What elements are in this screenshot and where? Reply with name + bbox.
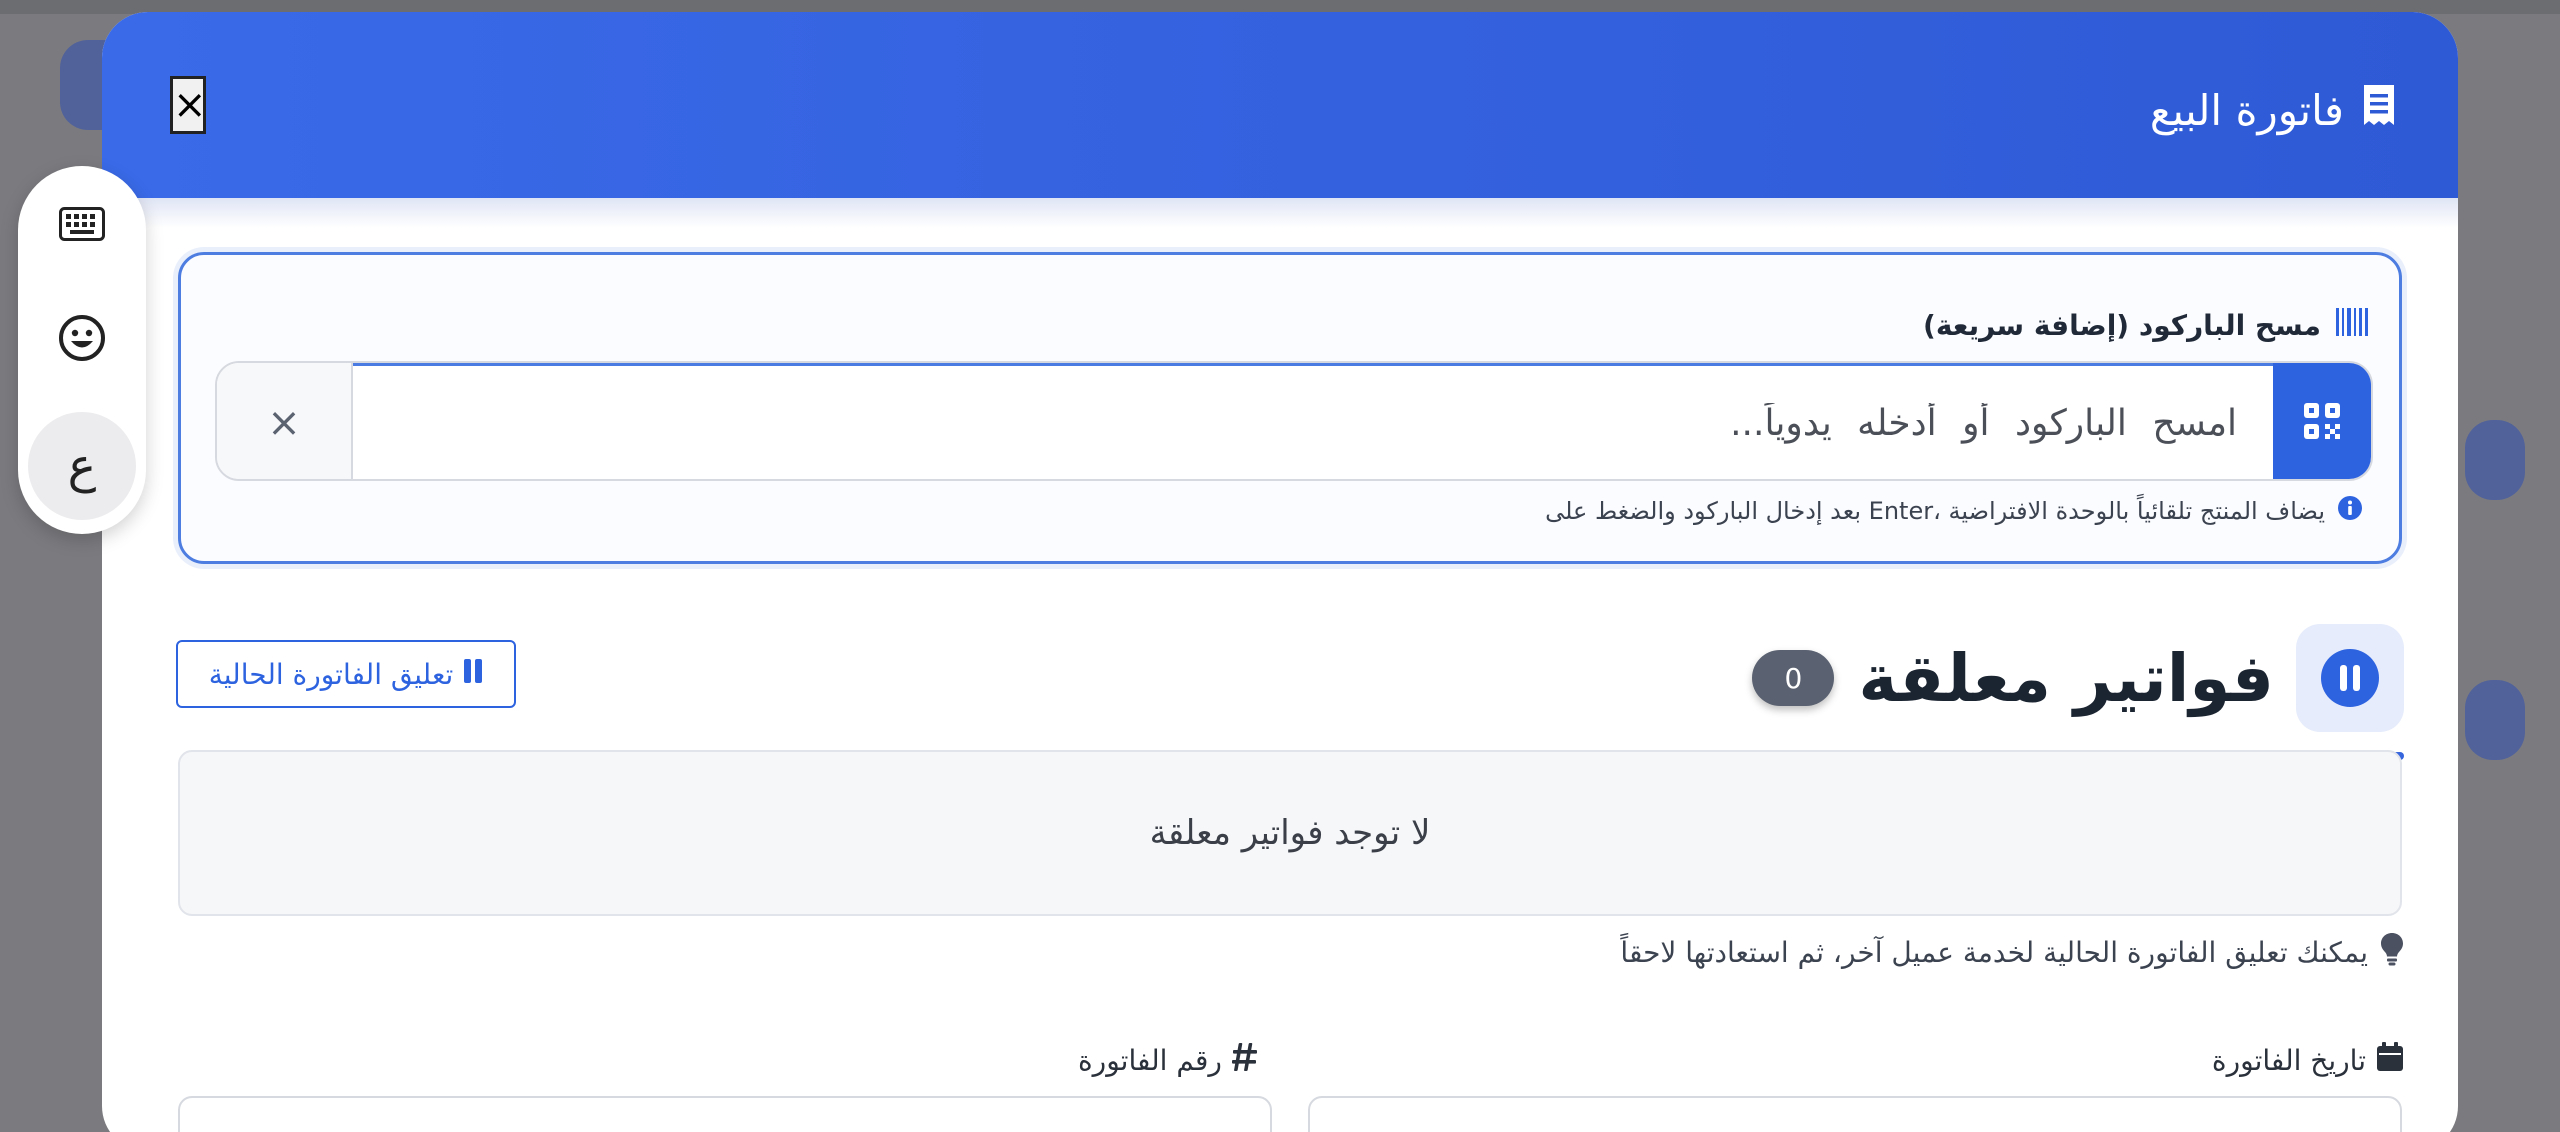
invoice-date-field[interactable]: [1308, 1096, 2402, 1132]
modal-title-text: فاتورة البيع: [2149, 85, 2344, 135]
pause-icon: [2296, 624, 2404, 732]
barcode-input-group: ×: [215, 361, 2373, 481]
lightbulb-icon: [2380, 932, 2404, 973]
background-accent: [2465, 420, 2525, 500]
suspended-invoices-empty-state: لا توجد فواتير معلقة: [178, 750, 2402, 916]
barcode-icon: [2335, 307, 2369, 344]
barcode-label-text: مسح الباركود (إضافة سريعة): [1923, 308, 2321, 342]
invoice-date-label: تاريخ الفاتورة: [2212, 1038, 2404, 1082]
suspended-count-badge: 0: [1752, 650, 1835, 706]
barcode-hint: بعد إدخال الباركود والضغط على Enter، يضا…: [1545, 493, 2363, 529]
suspended-invoices-title: فواتير معلقة: [1858, 639, 2274, 717]
suspend-current-invoice-button[interactable]: تعليق الفاتورة الحالية: [176, 640, 516, 708]
side-toolbar: ع: [18, 166, 146, 534]
invoice-number-label: رقم الفاتورة: [1078, 1038, 1258, 1082]
modal-title: فاتورة البيع: [2150, 70, 2396, 150]
hash-icon: [1231, 1042, 1258, 1079]
clear-barcode-button[interactable]: ×: [217, 363, 353, 479]
receipt-icon: [2362, 83, 2396, 137]
suspended-invoices-header: فواتير معلقة 0: [1752, 618, 2404, 738]
pause-small-icon: [463, 658, 483, 691]
keyboard-button[interactable]: [28, 172, 136, 280]
arabic-letter: ع: [67, 438, 97, 494]
sales-invoice-modal: فاتورة البيع × مسح الباركود (إضافة سريعة…: [102, 12, 2458, 1132]
calendar-icon: [2376, 1041, 2404, 1079]
invoice-date-label-text: تاريخ الفاتورة: [2211, 1043, 2366, 1077]
background-accent: [2465, 680, 2525, 760]
invoice-number-field[interactable]: [178, 1096, 1272, 1132]
close-button[interactable]: ×: [170, 76, 207, 134]
barcode-input[interactable]: [349, 363, 2273, 479]
invoice-number-label-text: رقم الفاتورة: [1078, 1043, 1222, 1077]
barcode-card: مسح الباركود (إضافة سريعة) امسح الباركود…: [178, 252, 2402, 564]
emoji-button[interactable]: [28, 286, 136, 394]
barcode-label: مسح الباركود (إضافة سريعة): [1923, 305, 2369, 345]
keyboard-icon: [59, 207, 105, 245]
modal-header: فاتورة البيع ×: [102, 12, 2458, 198]
header-shadow: [102, 198, 2458, 228]
arabic-keyboard-button[interactable]: ع: [28, 412, 136, 520]
suspend-tip-text: يمكنك تعليق الفاتورة الحالية لخدمة عميل …: [1620, 935, 2368, 969]
suspend-tip: يمكنك تعليق الفاتورة الحالية لخدمة عميل …: [1620, 932, 2404, 972]
suspend-button-label: تعليق الفاتورة الحالية: [208, 657, 454, 691]
qr-code-icon: [2302, 401, 2342, 445]
empty-message: لا توجد فواتير معلقة: [1149, 813, 1431, 853]
info-icon: [2337, 495, 2363, 527]
smiley-icon: [58, 314, 106, 366]
barcode-hint-text: بعد إدخال الباركود والضغط على Enter، يضا…: [1545, 497, 2325, 525]
scan-button[interactable]: [2273, 363, 2371, 479]
